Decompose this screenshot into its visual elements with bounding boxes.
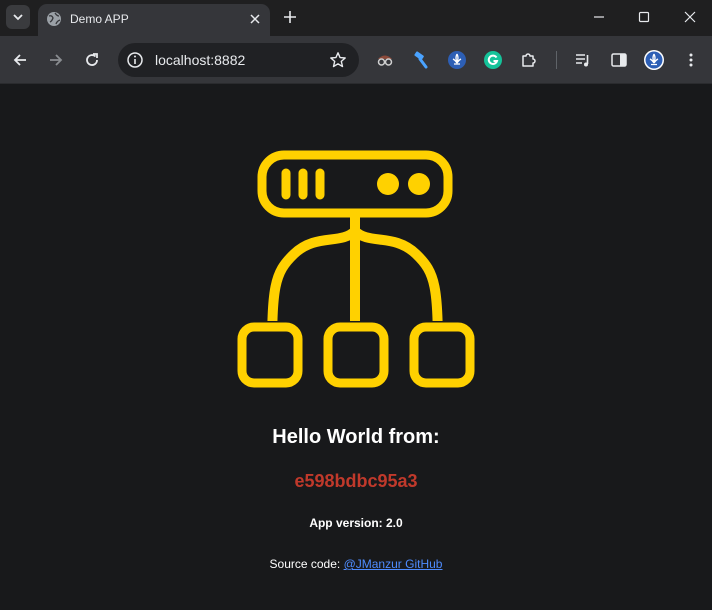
info-icon[interactable]: [126, 51, 144, 69]
extension-fleur-button[interactable]: [446, 49, 468, 71]
back-button[interactable]: [8, 48, 32, 72]
close-window-icon: [684, 11, 696, 23]
target-boxes: [237, 322, 475, 388]
minimize-button[interactable]: [582, 4, 616, 30]
hammer-icon: [414, 51, 428, 69]
puzzle-icon: [522, 53, 536, 67]
new-tab-button[interactable]: [280, 7, 300, 27]
reload-icon: [86, 53, 98, 66]
close-icon: [250, 14, 260, 24]
extension-spy-button[interactable]: [374, 49, 396, 71]
globe-icon: [47, 12, 61, 26]
maximize-icon: [638, 11, 650, 23]
arrow-right-icon: [50, 54, 63, 66]
kebab-menu-icon: [689, 53, 693, 67]
page-content: Hello World from: e598bdbc95a3 App versi…: [0, 85, 712, 610]
tab-search-button[interactable]: [6, 5, 30, 29]
fleur-icon: [448, 51, 466, 69]
load-balancer-icon: [257, 150, 453, 321]
browser-tab[interactable]: Demo APP: [38, 4, 270, 36]
tab-strip: Demo APP: [0, 0, 712, 36]
side-panel-icon: [611, 53, 627, 67]
grammarly-icon: [484, 51, 502, 69]
extension-hammer-button[interactable]: [410, 49, 432, 71]
chevron-down-icon: [13, 14, 23, 21]
minimize-icon: [594, 16, 604, 18]
maximize-button[interactable]: [627, 4, 661, 30]
star-icon[interactable]: [329, 51, 347, 69]
extension-grammarly-button[interactable]: [482, 49, 504, 71]
source-label: Source code:: [269, 557, 344, 571]
browser-menu-button[interactable]: [680, 49, 702, 71]
side-panel-button[interactable]: [608, 49, 630, 71]
arrow-left-icon: [13, 54, 26, 66]
media-control-icon: [576, 54, 589, 67]
plus-icon: [284, 11, 296, 23]
hello-heading: Hello World from:: [272, 426, 440, 448]
close-tab-button[interactable]: [247, 11, 263, 27]
profile-button[interactable]: [643, 49, 665, 71]
hostname-text: e598bdbc95a3: [294, 471, 418, 491]
browser-toolbar: localhost:8882: [0, 36, 712, 84]
media-control-button[interactable]: [572, 49, 594, 71]
toolbar-divider: [556, 51, 557, 69]
forward-button[interactable]: [44, 48, 68, 72]
github-link[interactable]: @JManzur GitHub: [344, 557, 443, 571]
tab-title: Demo APP: [70, 12, 129, 26]
address-bar[interactable]: localhost:8882: [118, 43, 359, 77]
profile-avatar-icon: [644, 50, 664, 70]
app-version: App version: 2.0: [309, 516, 403, 530]
extensions-menu-button[interactable]: [518, 49, 540, 71]
close-window-button[interactable]: [673, 4, 707, 30]
reload-button[interactable]: [80, 48, 104, 72]
source-code-line: Source code: @JManzur GitHub: [0, 557, 712, 571]
spy-icon: [377, 55, 393, 66]
url-text[interactable]: localhost:8882: [155, 52, 245, 68]
